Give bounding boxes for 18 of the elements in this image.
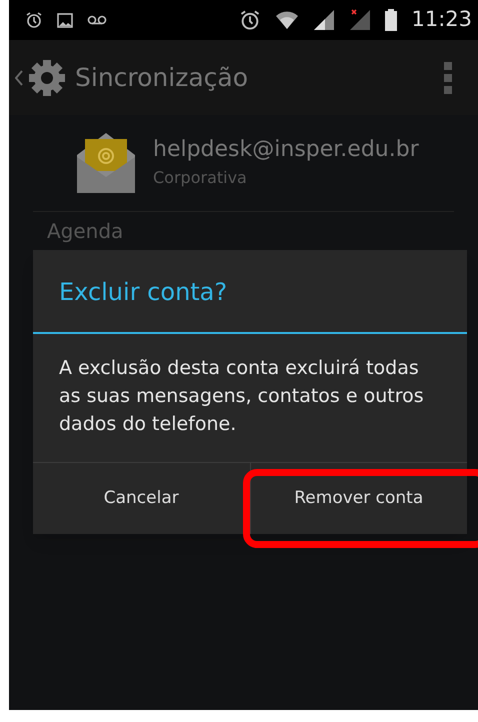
status-time: 11:23 [411,6,472,34]
signal-icon [313,9,336,31]
account-email: helpdesk@insper.edu.br [153,136,419,164]
overflow-menu-icon[interactable] [444,62,452,94]
alarm-icon [25,11,43,29]
back-icon[interactable] [15,70,23,86]
voicemail-icon [87,15,107,25]
dialog-message: A exclusão desta conta excluirá todas as suas mensagens, contatos e outros dados do telefone. [58,356,425,437]
account-type: Corporativa [153,166,248,188]
wifi-icon [275,10,300,30]
gear-icon [27,58,67,98]
battery-icon [385,9,398,31]
dialog-title: Excluir conta? [33,250,467,334]
image-icon [57,12,73,28]
signal-no-service-icon [349,9,372,31]
screen-title: Sincronização [75,62,248,94]
dialog-button[interactable]: Remover conta [250,463,467,534]
alarm-icon [239,9,262,31]
